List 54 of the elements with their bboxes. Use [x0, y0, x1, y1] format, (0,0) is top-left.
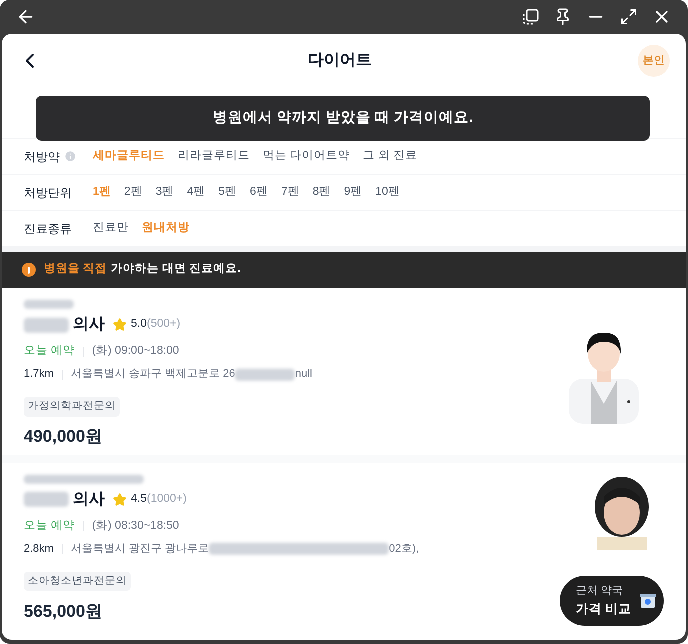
- filter-label: 진료종류: [24, 220, 72, 238]
- address-start: 서울특별시 송파구 백제고분로 26: [70, 367, 236, 382]
- filter-option[interactable]: 2펜: [124, 184, 143, 202]
- pharmacy-icon: [639, 592, 658, 610]
- review-count: (1000+): [147, 492, 187, 508]
- screenshot-icon[interactable]: [522, 8, 540, 26]
- fab-label: 가격 비교: [576, 600, 632, 618]
- toast-message: 병원에서 약까지 받았을 때 가격이예요.: [36, 96, 650, 141]
- price: 490,000원: [24, 426, 102, 448]
- filter-option[interactable]: 7펜: [281, 184, 300, 202]
- filter-option[interactable]: 6펜: [250, 184, 268, 202]
- doctor-title: 의사: [73, 490, 105, 510]
- filter-label: 처방약: [24, 148, 60, 166]
- star-icon: [113, 492, 127, 507]
- pin-icon[interactable]: [554, 8, 572, 26]
- address-start: 서울특별시 광진구 광나루로: [70, 542, 210, 557]
- price: 565,000원: [24, 600, 102, 622]
- doctor-title: 의사: [73, 315, 105, 335]
- blurred-text: [235, 368, 296, 380]
- booking-status: 오늘 예약: [24, 344, 76, 359]
- warning-icon: [22, 263, 36, 277]
- filter-option[interactable]: 10펜: [376, 184, 400, 202]
- blurred-text: [24, 318, 69, 332]
- opening-hours: (화) 09:00~18:00: [92, 344, 180, 359]
- filter-option[interactable]: 그 외 진료: [363, 148, 418, 166]
- filter-option[interactable]: 8펜: [312, 184, 332, 202]
- distance: 2.8km: [24, 542, 54, 557]
- filter-option[interactable]: 9펜: [344, 184, 363, 202]
- booking-status: 오늘 예약: [24, 518, 76, 534]
- blurred-text: [24, 300, 74, 309]
- rating: 5.0: [131, 317, 147, 332]
- page-title: 다이어트: [308, 52, 372, 69]
- address-end: 02호),: [389, 542, 420, 557]
- fab-caption: 근처 약국: [576, 584, 624, 600]
- distance: 1.7km: [24, 367, 54, 382]
- address-end: null: [295, 367, 312, 382]
- blurred-text: [24, 492, 69, 508]
- review-count: (500+): [147, 317, 181, 332]
- opening-hours: (화) 08:30~18:50: [92, 518, 180, 534]
- filter-option[interactable]: 진료만: [93, 220, 129, 238]
- notice-text: 가야하는 대면 진료예요.: [111, 262, 241, 278]
- specialty-tag: 가정의학과전문의: [24, 396, 120, 416]
- filter-option[interactable]: 5펜: [218, 184, 238, 202]
- notice-highlight: 병원을 직접: [44, 262, 108, 278]
- filter-label: 처방단위: [24, 184, 72, 202]
- filter-option[interactable]: 먹는 다이어트약: [263, 148, 350, 166]
- rating: 4.5: [131, 492, 147, 508]
- pharmacy-compare-button[interactable]: 근처 약국 가격 비교: [560, 576, 664, 626]
- filter-option[interactable]: 4펜: [187, 184, 206, 202]
- specialty-tag: 소아청소년과전문의: [24, 572, 131, 592]
- maximize-icon[interactable]: [620, 8, 638, 26]
- star-icon: [113, 318, 127, 332]
- filter-option[interactable]: 3펜: [156, 184, 174, 202]
- filter-option[interactable]: 리라글루티드: [178, 148, 250, 166]
